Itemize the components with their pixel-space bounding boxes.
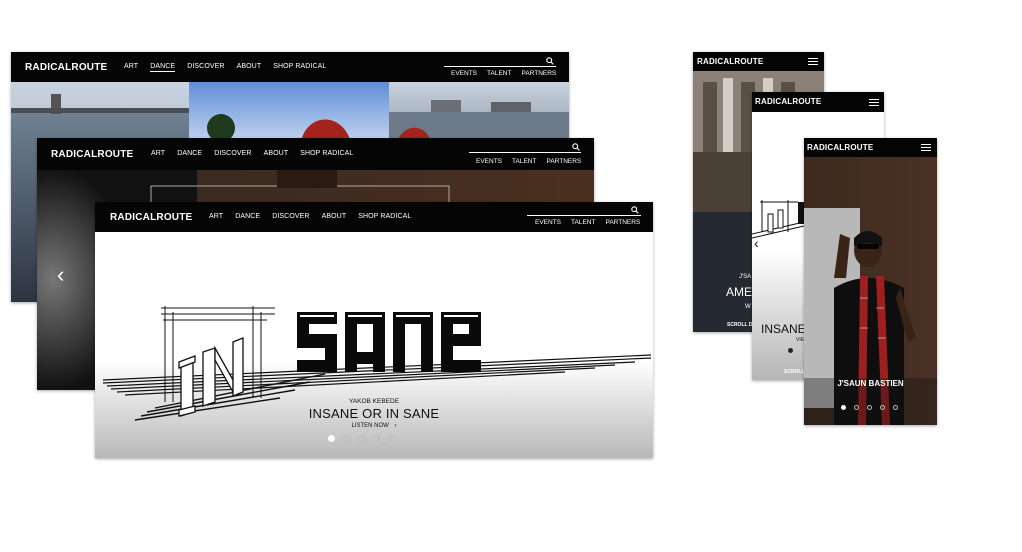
nav-art[interactable]: ART (124, 63, 138, 72)
nav-bar: RADICALROUTE ART DANCE DISCOVER ABOUT SH… (95, 202, 653, 232)
nav-about[interactable]: ABOUT (237, 63, 262, 72)
util-talent[interactable]: TALENT (512, 158, 536, 165)
nav-bar: RADICALROUTE (804, 138, 937, 157)
carousel-dots (788, 348, 793, 353)
hero-title: AME (726, 285, 753, 299)
brand-logo[interactable]: RADICALROUTE (110, 212, 192, 223)
scroll-down-link[interactable]: SCROLL (784, 369, 805, 375)
scroll-down-link[interactable]: SCROLL D (727, 322, 752, 328)
util-events[interactable]: EVENTS (476, 158, 502, 165)
brand-logo[interactable]: RADICALROUTE (697, 57, 763, 66)
carousel-dot[interactable] (388, 435, 395, 442)
nav-dance[interactable]: DANCE (177, 150, 202, 157)
carousel-dot[interactable] (893, 405, 898, 410)
carousel-dots (841, 405, 898, 410)
chevron-right-icon: › (394, 423, 397, 429)
util-partners[interactable]: PARTNERS (546, 158, 581, 165)
main-menu: ART DANCE DISCOVER ABOUT SHOP RADICAL (209, 213, 411, 220)
nav-discover[interactable]: DISCOVER (214, 150, 251, 157)
listen-now-link[interactable]: LISTEN NOW › (95, 423, 653, 429)
hamburger-menu-icon[interactable] (921, 144, 931, 151)
utility-menu: EVENTS TALENT PARTNERS (476, 158, 581, 165)
util-talent[interactable]: TALENT (571, 219, 595, 226)
brand-logo[interactable]: RADICALROUTE (51, 149, 133, 160)
carousel-dot[interactable] (867, 405, 872, 410)
hero-caption: J'SAUN BASTIEN (837, 379, 904, 388)
carousel-dot[interactable] (343, 435, 350, 442)
nav-dance[interactable]: DANCE (235, 213, 260, 220)
search-icon[interactable] (631, 206, 639, 214)
carousel-dot[interactable] (841, 405, 846, 410)
util-partners[interactable]: PARTNERS (521, 70, 556, 77)
nav-about[interactable]: ABOUT (322, 213, 347, 220)
nav-about[interactable]: ABOUT (264, 150, 289, 157)
search-input[interactable] (469, 152, 581, 153)
prev-arrow[interactable]: ‹ (57, 264, 64, 286)
search-icon[interactable] (546, 57, 554, 65)
search-icon[interactable] (572, 143, 580, 151)
nav-bar: RADICALROUTE (693, 52, 824, 71)
nav-bar: RADICALROUTE ART DANCE DISCOVER ABOUT SH… (11, 52, 569, 82)
hero-title: INSANE (761, 322, 806, 336)
brand-logo[interactable]: RADICALROUTE (25, 62, 107, 73)
search-input[interactable] (444, 66, 556, 67)
nav-shop[interactable]: SHOP RADICAL (273, 63, 326, 72)
prev-arrow[interactable]: ‹ (754, 236, 759, 250)
nav-discover[interactable]: DISCOVER (272, 213, 309, 220)
brand-logo[interactable]: RADICALROUTE (807, 143, 873, 152)
util-events[interactable]: EVENTS (451, 70, 477, 77)
hero-subtitle: W (745, 304, 751, 310)
util-partners[interactable]: PARTNERS (605, 219, 640, 226)
hero-artist: YAKOB KEBEDE (348, 398, 400, 405)
nav-art[interactable]: ART (151, 150, 165, 157)
nav-shop[interactable]: SHOP RADICAL (300, 150, 353, 157)
carousel-dot[interactable] (788, 348, 793, 353)
listen-now-label: LISTEN NOW (351, 423, 389, 429)
nav-dance[interactable]: DANCE (150, 63, 176, 72)
util-events[interactable]: EVENTS (535, 219, 561, 226)
main-menu: ART DANCE DISCOVER ABOUT SHOP RADICAL (124, 63, 326, 72)
hero-eyebrow: J'SA (739, 274, 752, 280)
nav-shop[interactable]: SHOP RADICAL (358, 213, 411, 220)
nav-bar: RADICALROUTE (752, 92, 884, 112)
carousel-dot[interactable] (328, 435, 335, 442)
carousel-dots (328, 435, 395, 442)
utility-menu: EVENTS TALENT PARTNERS (451, 70, 556, 77)
nav-discover[interactable]: DISCOVER (187, 63, 224, 72)
main-menu: ART DANCE DISCOVER ABOUT SHOP RADICAL (151, 150, 353, 157)
util-talent[interactable]: TALENT (487, 70, 511, 77)
hamburger-menu-icon[interactable] (808, 58, 818, 65)
carousel-dot[interactable] (880, 405, 885, 410)
mobile-frame-front: J'SAUN BASTIEN RADICALROUTE (804, 138, 937, 425)
search-input[interactable] (527, 215, 641, 216)
hero-subtitle: VIE (796, 337, 805, 343)
carousel-dot[interactable] (854, 405, 859, 410)
brand-logo[interactable]: RADICALROUTE (755, 97, 821, 106)
hero-title: INSANE OR IN SANE (308, 406, 440, 421)
utility-menu: EVENTS TALENT PARTNERS (535, 219, 640, 226)
hamburger-menu-icon[interactable] (869, 99, 879, 106)
carousel-dot[interactable] (373, 435, 380, 442)
desktop-frame-front: YAKOB KEBEDE INSANE OR IN SANE LISTEN NO… (95, 202, 653, 458)
carousel-dot[interactable] (358, 435, 365, 442)
nav-bar: RADICALROUTE ART DANCE DISCOVER ABOUT SH… (37, 138, 594, 170)
nav-art[interactable]: ART (209, 213, 223, 220)
